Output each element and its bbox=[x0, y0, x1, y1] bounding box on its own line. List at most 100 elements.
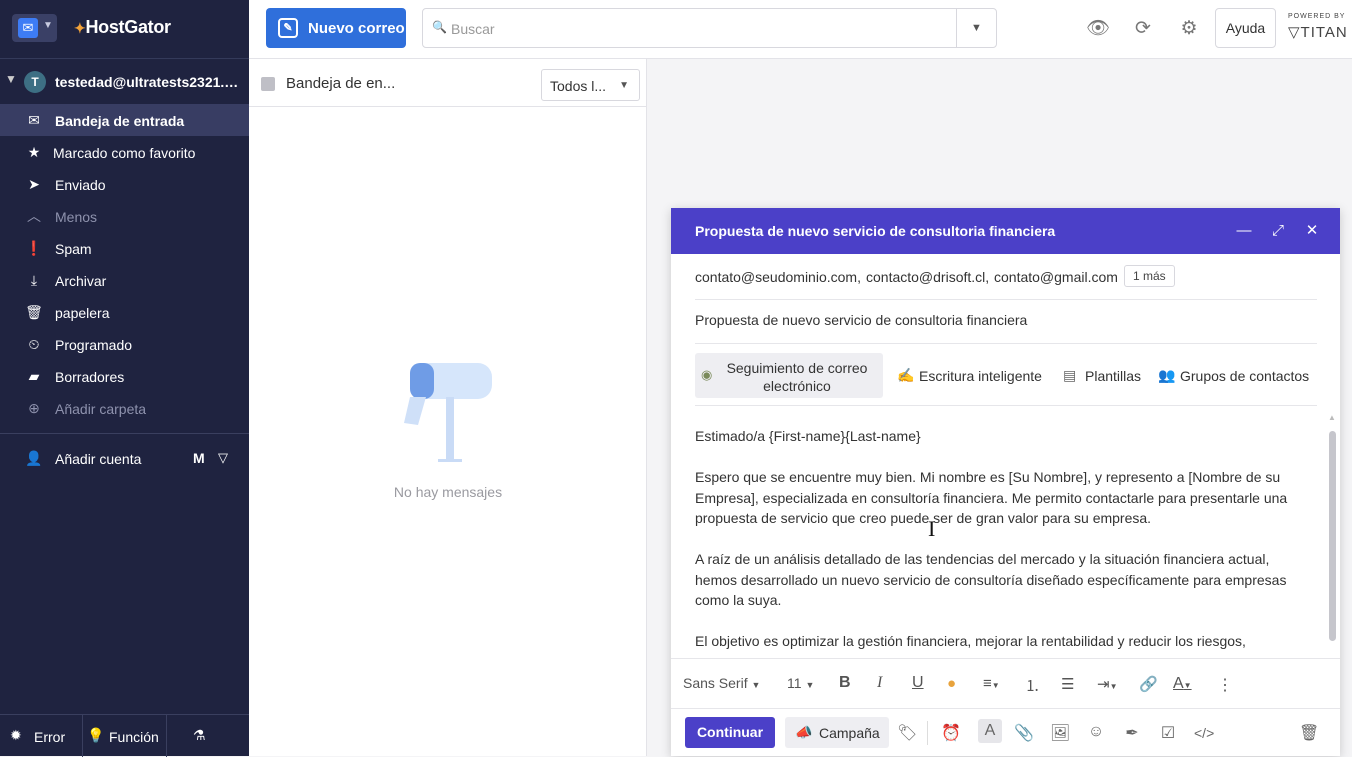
gear-icon[interactable]: ⚙ bbox=[1178, 18, 1200, 40]
scrollbar-thumb[interactable] bbox=[1329, 431, 1336, 641]
align-icon[interactable]: ≡▼ bbox=[983, 675, 1000, 692]
recipient-chip[interactable]: contato@gmail.com bbox=[994, 269, 1118, 285]
error-button[interactable]: ✹ Error bbox=[0, 715, 83, 757]
sidebar-footer: ✹ Error 💡 Función ⚗ bbox=[0, 714, 249, 757]
magic-pen-icon: ✍ bbox=[897, 367, 915, 383]
sidebar-item-spam[interactable]: ❗ Spam bbox=[0, 232, 249, 264]
contacts-icon: 👥 bbox=[1158, 367, 1176, 383]
alarm-icon[interactable]: ⏰ bbox=[941, 723, 961, 743]
account-email: testedad@ultratests2321.c... bbox=[55, 74, 241, 90]
app-switcher[interactable]: ✉ ▼ bbox=[12, 14, 57, 42]
more-options-icon[interactable]: ⋮ bbox=[1217, 675, 1233, 695]
search-options-dropdown[interactable]: ▼ bbox=[956, 9, 996, 47]
sidebar-item-starred[interactable]: ★ Marcado como favorito bbox=[0, 136, 249, 168]
chevron-down-icon: ▼ bbox=[5, 72, 17, 86]
lightbulb-icon: 💡 bbox=[87, 727, 105, 743]
compose-tools: ◉ Seguimiento de correo electrónico ✍ Es… bbox=[695, 344, 1317, 406]
text-color-icon[interactable]: A▼ bbox=[1173, 675, 1192, 693]
message-body-editor[interactable]: Estimado/a {First-name}{Last-name} Esper… bbox=[695, 426, 1307, 658]
send-button[interactable]: Continuar bbox=[685, 717, 775, 748]
folder-title: Bandeja de en... bbox=[286, 75, 396, 92]
alert-icon: ❗ bbox=[25, 240, 43, 256]
add-account-button[interactable]: 👤 Añadir cuenta M ▽ bbox=[0, 442, 249, 474]
labs-button[interactable]: ⚗ bbox=[167, 715, 249, 757]
compose-title: Propuesta de nuevo servicio de consultor… bbox=[695, 223, 1056, 239]
chevron-up-icon: ︿ bbox=[27, 208, 41, 224]
eye-icon[interactable]: 👁 bbox=[1086, 18, 1110, 40]
scroll-up-icon[interactable]: ▲ bbox=[1328, 413, 1336, 422]
indent-icon[interactable]: ⇥▼ bbox=[1097, 675, 1118, 693]
italic-icon[interactable]: I bbox=[877, 674, 882, 692]
compose-icon: ✎ bbox=[278, 18, 298, 38]
feature-button[interactable]: 💡 Función bbox=[83, 715, 167, 757]
link-icon[interactable]: 🔗 bbox=[1139, 675, 1158, 693]
chevron-down-icon: ▼ bbox=[619, 80, 629, 91]
sidebar-item-add-folder[interactable]: ⊕ Añadir carpeta bbox=[0, 392, 249, 424]
body-scrollbar[interactable]: ▲ bbox=[1328, 413, 1336, 658]
emoji-icon[interactable]: ☺ bbox=[1086, 723, 1106, 741]
expand-icon[interactable]: ⤢ bbox=[1268, 221, 1288, 241]
eye-icon: ◉ bbox=[701, 367, 713, 382]
avatar: T bbox=[24, 71, 46, 93]
body-paragraph: A raíz de un análisis detallado de las t… bbox=[695, 551, 1287, 608]
search-input[interactable] bbox=[451, 17, 951, 41]
gmail-icon[interactable]: M bbox=[193, 450, 205, 466]
titan-logo-icon: ▽ bbox=[1288, 24, 1301, 41]
action-divider bbox=[927, 721, 928, 745]
more-recipients-button[interactable]: 1 más bbox=[1124, 265, 1175, 287]
subject-field bbox=[695, 300, 1317, 344]
sidebar-item-sent[interactable]: ➤ Enviado bbox=[0, 168, 249, 200]
formatting-toolbar: Sans Serif ▼ 11 ▼ B I U ● ≡▼ ⒈ ☰ ⇥▼ 🔗 A▼… bbox=[671, 658, 1340, 708]
email-tracking-button[interactable]: ◉ Seguimiento de correo electrónico bbox=[695, 353, 883, 398]
account-header[interactable]: ▼ T testedad@ultratests2321.c... bbox=[0, 66, 249, 98]
calendar-check-icon[interactable]: ☑ bbox=[1158, 723, 1178, 743]
font-size-select[interactable]: 11 ▼ bbox=[787, 675, 814, 691]
refresh-icon[interactable]: ⟳ bbox=[1132, 18, 1154, 40]
body-paragraph: El objetivo es optimizar la gestión fina… bbox=[695, 633, 1246, 649]
trash-icon[interactable]: 🗑 bbox=[1299, 723, 1319, 743]
sidebar-item-less[interactable]: ︿ Menos bbox=[0, 200, 249, 232]
close-icon[interactable]: ✕ bbox=[1302, 221, 1322, 241]
add-folder-icon: ⊕ bbox=[28, 400, 40, 416]
signature-icon[interactable]: ✒ bbox=[1122, 723, 1142, 743]
attachment-icon[interactable]: 📎 bbox=[1014, 723, 1034, 743]
numbered-list-icon[interactable]: ⒈ bbox=[1025, 675, 1040, 696]
recipient-chip[interactable]: contacto@drisoft.cl, bbox=[866, 269, 989, 285]
code-icon[interactable]: </> bbox=[1194, 725, 1214, 741]
text-format-icon[interactable]: A bbox=[978, 719, 1002, 743]
body-paragraph: Espero que se encuentre muy bien. Mi nom… bbox=[695, 469, 1288, 526]
sidebar-item-archive[interactable]: ⤓ Archivar bbox=[0, 264, 249, 296]
drafts-icon: ▰ bbox=[28, 368, 40, 384]
filter-dropdown[interactable]: Todos l... ▼ bbox=[541, 69, 640, 101]
send-icon: ➤ bbox=[28, 176, 40, 192]
font-family-select[interactable]: Sans Serif ▼ bbox=[683, 675, 760, 691]
gator-icon: ✦ bbox=[74, 20, 86, 36]
sidebar-item-drafts[interactable]: ▰ Borradores bbox=[0, 360, 249, 392]
tag-icon[interactable]: 🏷 bbox=[897, 723, 917, 743]
subject-input[interactable] bbox=[695, 312, 1295, 328]
image-icon[interactable]: 🖼 bbox=[1050, 723, 1070, 743]
message-list: Bandeja de en... Todos l... ▼ No hay men… bbox=[249, 59, 647, 756]
recipient-chip[interactable]: contato@seudominio.com, bbox=[695, 269, 861, 285]
titan-icon[interactable]: ▽ bbox=[218, 450, 228, 466]
compose-header: Propuesta de nuevo servicio de consultor… bbox=[671, 208, 1340, 254]
campaign-button[interactable]: 📣 Campaña bbox=[785, 717, 889, 748]
select-all-checkbox[interactable] bbox=[261, 77, 275, 91]
color-palette-icon[interactable]: ● bbox=[947, 675, 956, 692]
template-icon: ▤ bbox=[1063, 367, 1077, 383]
underline-icon[interactable]: U bbox=[912, 674, 924, 692]
help-button[interactable]: Ayuda bbox=[1215, 8, 1276, 48]
add-user-icon: 👤 bbox=[25, 450, 43, 466]
sidebar-item-trash[interactable]: 🗑 papelera bbox=[0, 296, 249, 328]
bold-icon[interactable]: B bbox=[839, 674, 851, 692]
empty-mailbox-icon bbox=[404, 363, 492, 462]
schedule-icon: ⏲ bbox=[28, 336, 40, 352]
recipients-field[interactable]: contato@seudominio.com, contacto@drisoft… bbox=[695, 254, 1317, 300]
sidebar-item-inbox[interactable]: ✉ Bandeja de entrada bbox=[0, 104, 249, 136]
archive-icon: ⤓ bbox=[30, 272, 38, 288]
bullet-list-icon[interactable]: ☰ bbox=[1061, 675, 1074, 693]
sidebar-item-scheduled[interactable]: ⏲ Programado bbox=[0, 328, 249, 360]
list-header: Bandeja de en... Todos l... ▼ bbox=[249, 59, 647, 107]
minimize-icon[interactable]: — bbox=[1234, 221, 1254, 241]
new-mail-button[interactable]: ✎ Nuevo correo bbox=[266, 8, 406, 48]
